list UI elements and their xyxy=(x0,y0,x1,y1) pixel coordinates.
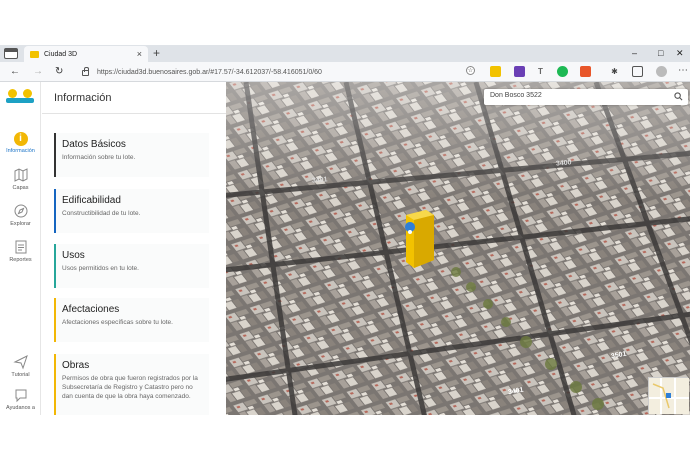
search-input-value: Don Bosco 3522 xyxy=(490,92,542,99)
card-title: Obras xyxy=(62,360,90,371)
card-datos-basicos[interactable]: Datos Básicos Información sobre tu lote. xyxy=(54,133,209,177)
card-obras[interactable]: Obras Permisos de obra que fueron regist… xyxy=(54,354,209,415)
more-menu-icon[interactable]: ⋯ xyxy=(678,64,688,77)
sidebar-item-label: Reportes xyxy=(9,257,32,263)
card-usos[interactable]: Usos Usos permitidos en tu lote. xyxy=(54,244,209,288)
url-field[interactable]: https://ciudad3d.buenosaires.gob.ar/#17.… xyxy=(78,65,458,79)
sidebar-item-reportes[interactable]: Reportes xyxy=(0,239,41,263)
forward-icon[interactable]: → xyxy=(33,65,43,78)
aerial-city-render xyxy=(226,82,690,415)
panel-divider xyxy=(42,113,226,114)
map-3d-view[interactable]: 3401 3400 3501 3401 Don Bosco 3522 xyxy=(226,82,690,415)
street-number-label: 3401 xyxy=(311,176,328,185)
tab-close-icon[interactable]: × xyxy=(137,48,142,60)
chat-icon xyxy=(15,389,26,403)
address-search-input[interactable]: Don Bosco 3522 xyxy=(484,89,688,105)
compass-icon xyxy=(14,204,27,218)
sidebar-item-ayudanos[interactable]: Ayudanos a xyxy=(0,387,41,411)
window-menu-icon[interactable] xyxy=(4,48,18,59)
card-afectaciones[interactable]: Afectaciones Afectaciones específicas so… xyxy=(54,298,209,342)
selected-lot-highlight[interactable] xyxy=(406,210,434,268)
map-icon xyxy=(14,168,27,182)
collections-icon[interactable] xyxy=(632,66,643,77)
card-title: Usos xyxy=(62,250,85,261)
minimize-icon[interactable]: – xyxy=(632,47,637,59)
reload-icon[interactable]: ↻ xyxy=(55,65,63,78)
lock-icon xyxy=(82,67,89,76)
favorite-icon[interactable]: ☆ xyxy=(466,66,475,75)
card-description: Constructibilidad de tu lote. xyxy=(62,210,141,217)
back-icon[interactable]: ← xyxy=(10,65,20,78)
extension-2-icon[interactable] xyxy=(514,66,525,77)
sidebar-item-explorar[interactable]: Explorar xyxy=(0,203,41,227)
site-favicon-icon xyxy=(30,50,39,58)
card-title: Afectaciones xyxy=(62,304,120,315)
sidebar-item-label: Capas xyxy=(12,185,29,191)
sidebar-item-label: Información xyxy=(6,148,35,154)
browser-tab[interactable]: Ciudad 3D × xyxy=(24,46,148,62)
new-tab-button[interactable]: + xyxy=(153,45,160,61)
panel-title: Información xyxy=(54,92,112,104)
info-panel: Información Datos Básicos Información so… xyxy=(42,82,226,415)
url-text: https://ciudad3d.buenosaires.gob.ar/#17.… xyxy=(97,68,322,76)
extension-3-icon[interactable] xyxy=(580,66,591,77)
extension-1-icon[interactable] xyxy=(490,66,501,77)
app-container: i Información Capas Explorar Reportes Tu… xyxy=(0,82,690,415)
sidebar-item-informacion[interactable]: i Información xyxy=(0,132,41,154)
send-icon xyxy=(12,355,28,370)
card-description: Afectaciones específicas sobre tu lote. xyxy=(62,319,173,326)
extensions-icon[interactable]: ✱ xyxy=(609,66,620,77)
profile-avatar[interactable] xyxy=(656,66,667,77)
card-title: Datos Básicos xyxy=(62,139,126,150)
street-number-label: 3400 xyxy=(555,159,572,168)
sidebar-item-label: Explorar xyxy=(10,221,31,227)
card-description: Información sobre tu lote. xyxy=(62,154,136,161)
close-window-icon[interactable]: ✕ xyxy=(676,47,684,59)
left-rail: i Información Capas Explorar Reportes Tu… xyxy=(0,82,41,415)
text-extension-icon[interactable]: T xyxy=(535,66,546,77)
sidebar-item-tutorial[interactable]: Tutorial xyxy=(0,354,41,378)
search-icon[interactable] xyxy=(674,92,683,101)
minimap-render xyxy=(649,378,689,414)
address-bar: ← → ↻ https://ciudad3d.buenosaires.gob.a… xyxy=(0,62,690,82)
sidebar-item-label: Ayudanos a xyxy=(6,405,35,411)
ba-logo[interactable] xyxy=(6,89,34,103)
card-description: Permisos de obra que fueron registrados … xyxy=(62,375,198,400)
tab-bar: Ciudad 3D × + – □ ✕ xyxy=(0,45,690,62)
maximize-icon[interactable]: □ xyxy=(658,47,663,59)
sidebar-item-label: Tutorial xyxy=(11,372,30,378)
card-description: Usos permitidos en tu lote. xyxy=(62,265,139,272)
browser-window: Ciudad 3D × + – □ ✕ ← → ↻ https://ciudad… xyxy=(0,45,690,415)
card-title: Edificabilidad xyxy=(62,195,121,206)
card-edificabilidad[interactable]: Edificabilidad Constructibilidad de tu l… xyxy=(54,189,209,233)
minimap[interactable] xyxy=(648,377,689,414)
sidebar-item-capas[interactable]: Capas xyxy=(0,167,41,191)
report-icon xyxy=(15,240,26,254)
spotify-icon[interactable] xyxy=(557,66,568,77)
info-icon: i xyxy=(13,132,28,146)
tab-title: Ciudad 3D xyxy=(44,50,78,58)
